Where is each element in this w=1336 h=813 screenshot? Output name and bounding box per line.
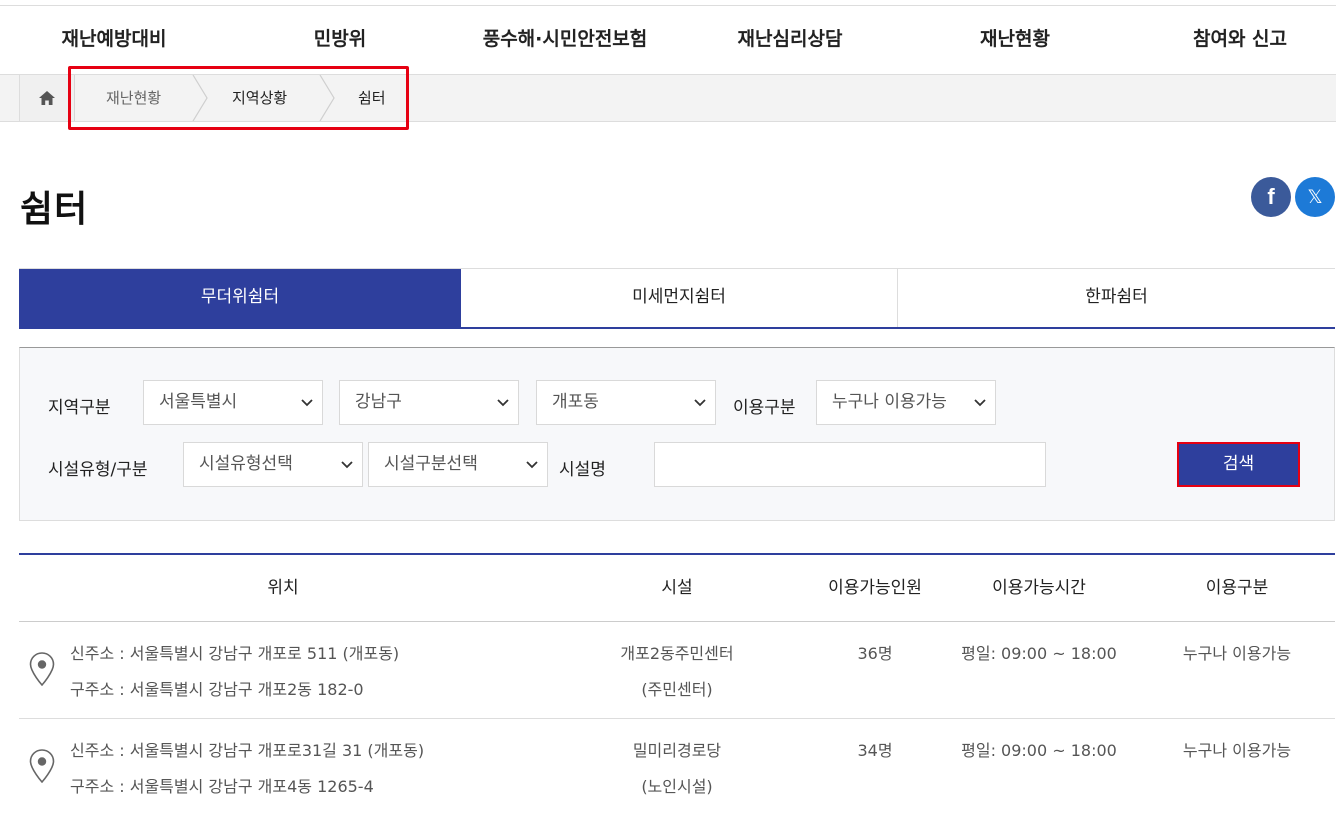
table-header: 위치 시설 이용가능인원 이용가능시간 이용구분	[19, 553, 1335, 622]
usage-label: 이용구분	[733, 398, 796, 418]
city-select[interactable]: 서울특별시	[143, 380, 323, 425]
usage-select-value: 누구나 이용가능	[832, 392, 947, 412]
chevron-down-icon	[526, 461, 538, 469]
column-header-facility: 시설	[661, 578, 693, 598]
column-header-hours: 이용가능시간	[992, 578, 1086, 598]
old-address: 구주소 : 서울특별시 강남구 개포4동 1265-4	[70, 777, 374, 796]
usage: 누구나 이용가능	[1182, 644, 1292, 663]
table-row[interactable]: 신주소 : 서울특별시 강남구 개포로31길 31 (개포동) 구주소 : 서울…	[19, 719, 1335, 813]
facility-category-select-value: 시설구분선택	[384, 454, 478, 474]
chevron-down-icon	[301, 399, 313, 407]
dong-select-value: 개포동	[552, 392, 599, 412]
usage: 누구나 이용가능	[1182, 741, 1292, 760]
search-form: 지역구분 서울특별시 강남구 개포동 이용구분 누구나 이용가능 시설유형/구분…	[19, 347, 1335, 521]
facility-type-select[interactable]: 시설유형선택	[183, 442, 363, 487]
facility-type: (주민센터)	[641, 680, 713, 699]
chevron-down-icon	[974, 399, 986, 407]
location-pin-icon	[29, 749, 55, 783]
search-button[interactable]: 검색	[1177, 442, 1300, 487]
page-title: 쉼터	[20, 189, 89, 230]
district-select[interactable]: 강남구	[339, 380, 519, 425]
main-navigation: 재난예방대비 민방위 풍수해·시민안전보험 재난심리상담 재난현황 참여와 신고	[0, 6, 1336, 74]
facebook-share-button[interactable]: f	[1251, 177, 1291, 217]
shelter-tabs: 무더위쉼터 미세먼지쉼터 한파쉼터	[19, 268, 1335, 329]
new-address: 신주소 : 서울특별시 강남구 개포로31길 31 (개포동)	[70, 741, 425, 760]
home-icon	[39, 91, 55, 105]
tab-fine-dust-shelter[interactable]: 미세먼지쉼터	[461, 269, 898, 327]
new-address: 신주소 : 서울특별시 강남구 개포로 511 (개포동)	[70, 644, 400, 663]
breadcrumb-highlight-box	[68, 66, 409, 130]
chevron-down-icon	[497, 399, 509, 407]
chevron-down-icon	[341, 461, 353, 469]
facility-name: 밀미리경로당	[632, 741, 722, 760]
table-row[interactable]: 신주소 : 서울특별시 강남구 개포로 511 (개포동) 구주소 : 서울특별…	[19, 622, 1335, 719]
nav-item-disaster-prevention[interactable]: 재난예방대비	[38, 6, 190, 74]
nav-item-disaster-status[interactable]: 재난현황	[955, 6, 1075, 74]
facility-name: 개포2동주민센터	[620, 644, 734, 663]
hours: 평일: 09:00 ~ 18:00	[961, 644, 1117, 663]
hours: 평일: 09:00 ~ 18:00	[961, 741, 1117, 760]
column-header-capacity: 이용가능인원	[828, 578, 922, 598]
tab-cold-shelter[interactable]: 한파쉼터	[898, 269, 1335, 327]
facility-type-select-value: 시설유형선택	[199, 454, 293, 474]
facebook-icon: f	[1267, 184, 1275, 209]
column-header-location: 위치	[267, 578, 299, 598]
region-label: 지역구분	[48, 398, 111, 418]
x-icon: 𝕏	[1307, 186, 1323, 208]
facility-category-select[interactable]: 시설구분선택	[368, 442, 548, 487]
usage-select[interactable]: 누구나 이용가능	[816, 380, 996, 425]
capacity: 34명	[857, 741, 893, 760]
facility-name-label: 시설명	[559, 460, 606, 480]
location-pin-icon	[29, 652, 55, 686]
nav-item-counseling[interactable]: 재난심리상담	[720, 6, 860, 74]
city-select-value: 서울특별시	[159, 392, 238, 412]
tab-heat-shelter[interactable]: 무더위쉼터	[19, 269, 461, 327]
dong-select[interactable]: 개포동	[536, 380, 716, 425]
facility-name-input[interactable]	[654, 442, 1046, 487]
nav-item-insurance[interactable]: 풍수해·시민안전보험	[470, 6, 660, 74]
capacity: 36명	[857, 644, 893, 663]
x-share-button[interactable]: 𝕏	[1295, 177, 1335, 217]
facility-type-label: 시설유형/구분	[48, 460, 148, 480]
column-header-usage: 이용구분	[1205, 578, 1269, 598]
old-address: 구주소 : 서울특별시 강남구 개포2동 182-0	[70, 680, 364, 699]
district-select-value: 강남구	[355, 392, 402, 412]
nav-item-civil-defense[interactable]: 민방위	[280, 6, 400, 74]
breadcrumb-home[interactable]	[19, 75, 75, 121]
chevron-down-icon	[694, 399, 706, 407]
facility-type: (노인시설)	[641, 777, 713, 796]
nav-item-participation[interactable]: 참여와 신고	[1175, 6, 1305, 74]
